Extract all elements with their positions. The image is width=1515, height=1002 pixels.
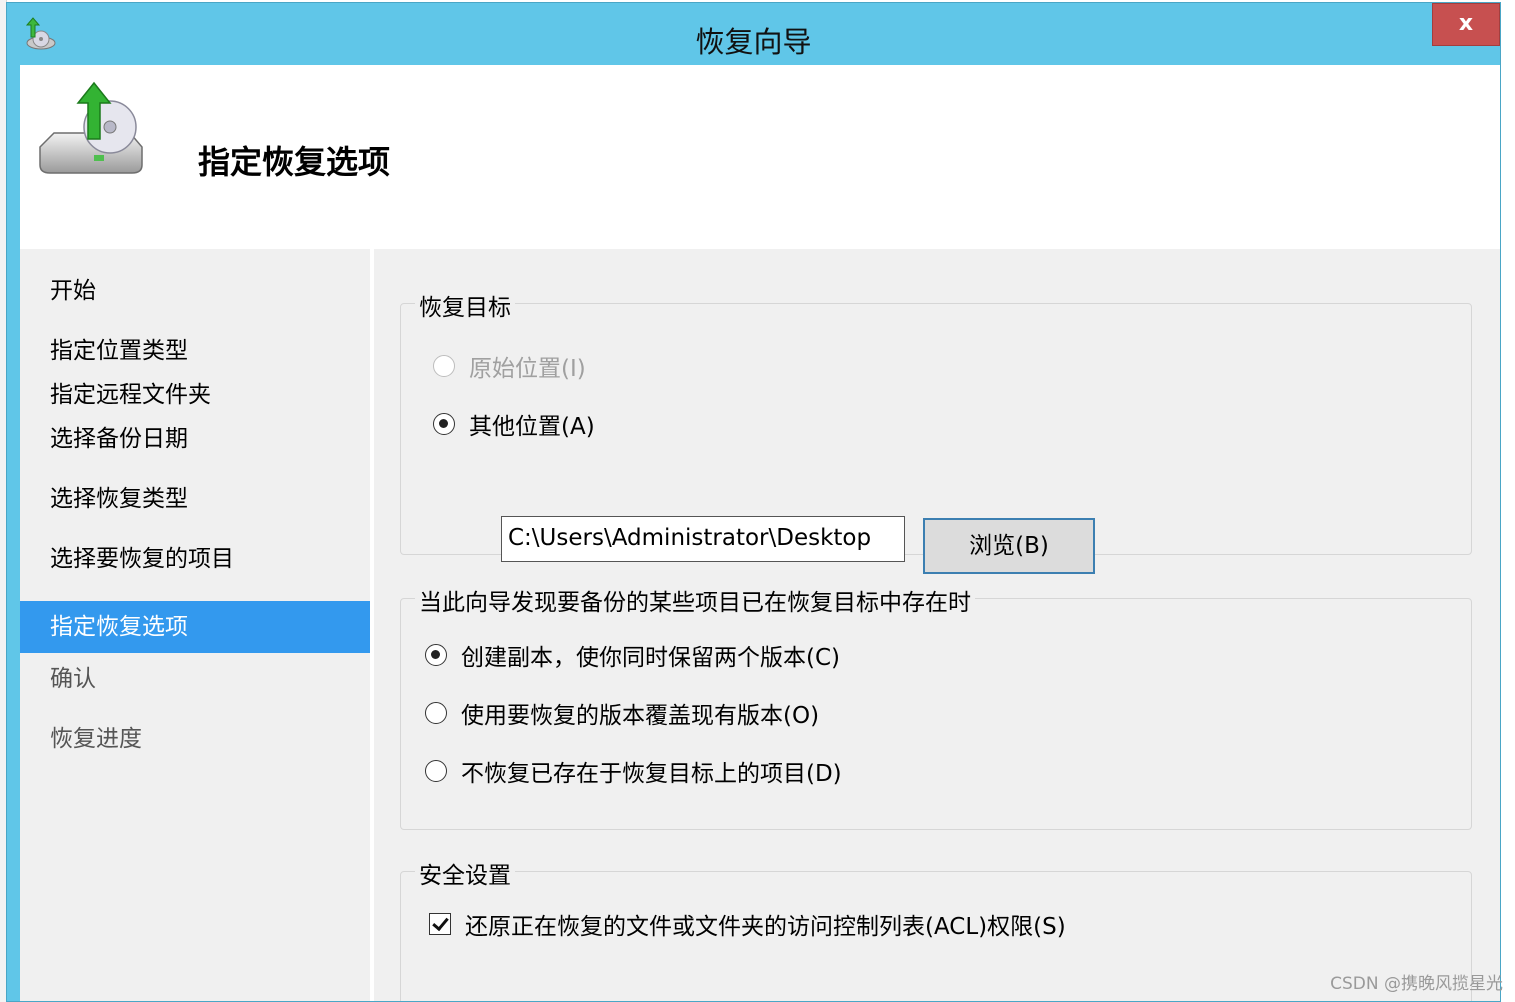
radio-overwrite-indicator	[425, 702, 447, 724]
wizard-header: 指定恢复选项	[20, 65, 1500, 247]
nav-item-start[interactable]: 开始	[20, 265, 370, 317]
radio-skip-existing[interactable]: 不恢复已存在于恢复目标上的项目(D)	[425, 753, 842, 789]
wizard-client-area: 指定恢复选项 开始 指定位置类型 指定远程文件夹 选择备份日期 选择恢复类型 选…	[20, 65, 1500, 1001]
restore-target-group: 恢复目标 原始位置(I) 其他位置(A) C:\Users\Administra…	[400, 288, 1472, 574]
conflict-label: 当此向导发现要备份的某些项目已在恢复目标中存在时	[415, 583, 975, 617]
conflict-group: 当此向导发现要备份的某些项目已在恢复目标中存在时 创建副本，使你同时保留两个版本…	[400, 583, 1472, 830]
target-path-input[interactable]: C:\Users\Administrator\Desktop	[501, 516, 905, 562]
window-title: 恢复向导	[695, 25, 812, 59]
radio-overwrite[interactable]: 使用要恢复的版本覆盖现有版本(O)	[425, 695, 819, 731]
close-button[interactable]: x	[1432, 3, 1500, 46]
radio-skip-existing-label: 不恢复已存在于恢复目标上的项目(D)	[461, 761, 842, 787]
radio-original-label: 原始位置(I)	[469, 356, 586, 382]
nav-item-confirm: 确认	[50, 666, 96, 692]
security-label: 安全设置	[415, 856, 515, 890]
watermark: CSDN @携晚风揽星光	[1330, 974, 1503, 994]
close-icon: x	[1458, 11, 1474, 36]
wizard-steps-nav: 开始 指定位置类型 指定远程文件夹 选择备份日期 选择恢复类型 选择要恢复的项目…	[20, 249, 374, 1001]
radio-overwrite-label: 使用要恢复的版本覆盖现有版本(O)	[461, 703, 820, 729]
radio-original-location[interactable]: 原始位置(I)	[433, 348, 586, 384]
nav-item-backup-date[interactable]: 选择备份日期	[20, 413, 370, 465]
radio-create-copy-indicator	[425, 644, 447, 666]
page-title: 指定恢复选项	[198, 143, 391, 181]
radio-original-indicator	[433, 355, 455, 377]
options-panel: 恢复目标 原始位置(I) 其他位置(A) C:\Users\Administra…	[374, 249, 1500, 1001]
nav-item-recovery-type[interactable]: 选择恢复类型	[20, 473, 370, 525]
radio-other-label: 其他位置(A)	[469, 414, 595, 440]
radio-create-copy-label: 创建副本，使你同时保留两个版本(C)	[461, 645, 841, 671]
disk-restore-icon	[39, 81, 143, 174]
security-group: 安全设置 还原正在恢复的文件或文件夹的访问控制列表(ACL)权限(S)	[400, 856, 1472, 1001]
browse-button[interactable]: 浏览(B)	[923, 518, 1095, 574]
radio-skip-existing-indicator	[425, 760, 447, 782]
radio-other-location[interactable]: 其他位置(A)	[433, 406, 595, 442]
radio-other-indicator	[433, 413, 455, 435]
radio-create-copy[interactable]: 创建副本，使你同时保留两个版本(C)	[425, 637, 840, 673]
restore-wizard-window: 恢复向导 x 指定恢复选项 开始 指定位置类型 指定远程文件夹 选择备份日期 选…	[6, 2, 1501, 1002]
checkbox-acl-indicator	[429, 913, 451, 935]
title-bar[interactable]: 恢复向导 x	[7, 3, 1500, 65]
checkbox-restore-acl[interactable]: 还原正在恢复的文件或文件夹的访问控制列表(ACL)权限(S)	[429, 906, 1066, 942]
nav-item-progress: 恢复进度	[50, 726, 142, 752]
checkbox-acl-label: 还原正在恢复的文件或文件夹的访问控制列表(ACL)权限(S)	[465, 914, 1066, 940]
nav-item-select-items[interactable]: 选择要恢复的项目	[20, 533, 370, 585]
restore-target-label: 恢复目标	[415, 288, 515, 322]
nav-item-recovery-options[interactable]: 指定恢复选项	[20, 601, 370, 653]
